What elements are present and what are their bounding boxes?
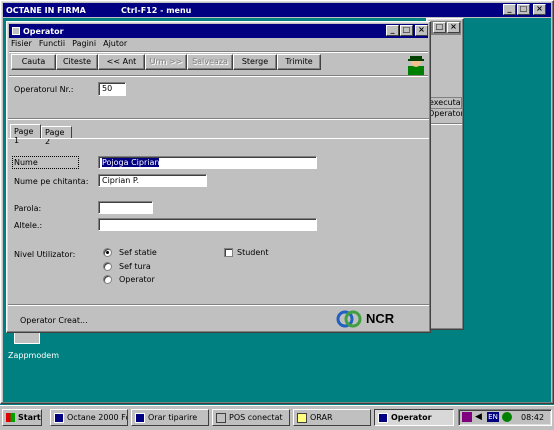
main-close-button[interactable]: ×	[533, 4, 546, 15]
parola-field[interactable]	[98, 201, 153, 214]
status-text: Operator Creat...	[20, 316, 88, 325]
main-minimize-button[interactable]: _	[503, 4, 516, 15]
menu-pagini[interactable]: Pagini	[72, 39, 96, 51]
bg-close-button[interactable]: ×	[447, 22, 460, 33]
radio-sef-tura-label[interactable]: Sef tura	[119, 262, 151, 271]
toolbar-separator	[9, 75, 428, 77]
bg-item-operatori[interactable]: Operatori	[428, 109, 462, 121]
taskbar-item-operator[interactable]: Operator	[374, 409, 454, 426]
student-label[interactable]: Student	[237, 248, 269, 257]
maximize-button[interactable]: □	[400, 25, 413, 36]
orar-app-icon	[297, 412, 307, 423]
operator-nr-label: Operatorul Nr.:	[14, 85, 74, 94]
octane-app-icon	[54, 412, 64, 423]
window-icon	[12, 27, 20, 35]
citeste-button[interactable]: Citeste	[56, 54, 98, 70]
cauta-button[interactable]: Cauta	[11, 54, 56, 70]
trimite-button[interactable]: Trimite	[277, 54, 321, 70]
radio-operator[interactable]	[103, 275, 112, 284]
user-avatar-icon	[408, 56, 424, 75]
background-window: □ × executat Operatori	[426, 18, 464, 330]
nume-field[interactable]: Pojoga Ciprian	[98, 156, 317, 169]
nume-value: Pojoga Ciprian	[102, 158, 160, 167]
zappmodem-label[interactable]: Zappmodem	[8, 351, 59, 360]
menu-fisier[interactable]: Fisier	[11, 39, 32, 51]
operator-nr-field[interactable]: 50	[98, 82, 126, 96]
operator-title: Operator	[23, 26, 64, 36]
status-separator	[8, 304, 429, 306]
radio-operator-label[interactable]: Operator	[119, 275, 155, 284]
menu-functii[interactable]: Functii	[39, 39, 65, 51]
taskbar-item-pos-conectat-label: POS conectat	[229, 413, 283, 422]
main-window-title-center: Ctrl-F12 - menu	[121, 5, 192, 15]
operator-app-icon	[378, 412, 388, 423]
minimize-button[interactable]: _	[386, 25, 399, 36]
chitanta-label: Nume pe chitanta:	[14, 177, 89, 186]
chitanta-field[interactable]: Ciprian P.	[98, 174, 207, 187]
nivel-utilizator-label: Nivel Utilizator:	[14, 250, 76, 259]
student-checkbox[interactable]	[224, 248, 233, 257]
altele-label: Altele.:	[14, 221, 43, 230]
volume-icon[interactable]: ◀	[475, 412, 482, 422]
anterior-button[interactable]: << Ant	[98, 54, 145, 70]
language-indicator[interactable]: EN	[487, 412, 499, 422]
bg-divider	[428, 123, 462, 125]
background-window-titlebar: □ ×	[429, 21, 461, 35]
radio-sef-statie-label[interactable]: Sef statie	[119, 248, 157, 257]
taskbar-item-operator-label: Operator	[391, 413, 432, 422]
taskbar-item-orar-label: ORAR	[310, 413, 333, 422]
main-window-titlebar: OCTANE IN FIRMA Ctrl-F12 - menu _ □ ×	[3, 3, 551, 17]
taskbar-item-orar[interactable]: ORAR	[293, 409, 371, 426]
header-separator	[8, 118, 429, 120]
close-button[interactable]: ×	[415, 25, 428, 36]
bg-item-executat[interactable]: executat	[428, 97, 462, 109]
orar-tiparire-app-icon	[135, 412, 145, 423]
taskbar-item-pos-conectat[interactable]: POS conectat	[212, 409, 290, 426]
urmator-button[interactable]: Urm >>	[145, 54, 187, 70]
parola-label: Parola:	[14, 204, 42, 213]
start-button[interactable]: Start	[2, 409, 42, 426]
bg-maximize-button[interactable]: □	[433, 22, 446, 33]
radio-sef-statie[interactable]	[103, 248, 112, 257]
ncr-logo-icon	[336, 310, 362, 328]
nume-label: Nume	[12, 156, 79, 169]
taskbar-item-octane-label: Octane 2000 Fo...	[67, 413, 127, 422]
taskbar-item-octane[interactable]: Octane 2000 Fo...	[50, 409, 128, 426]
operator-titlebar: Operator _ □ ×	[9, 24, 428, 38]
tab-page-1[interactable]: Page 1	[10, 124, 41, 145]
main-maximize-button[interactable]: □	[517, 4, 530, 15]
network-icon[interactable]	[502, 412, 512, 422]
taskbar-item-orar-tiparire[interactable]: Orar tiparire	[131, 409, 209, 426]
salveaza-button[interactable]: Salveaza	[187, 54, 233, 70]
radio-sef-tura[interactable]	[103, 262, 112, 271]
menu-separator	[9, 51, 428, 53]
ncr-logo-text: NCR	[366, 311, 395, 326]
tray-app-icon[interactable]	[462, 412, 472, 422]
start-label: Start	[18, 413, 41, 422]
sterge-button[interactable]: Sterge	[233, 54, 277, 70]
altele-field[interactable]	[98, 218, 317, 231]
tab-page-2[interactable]: Page 2	[41, 126, 72, 146]
menu-ajutor[interactable]: Ajutor	[103, 39, 127, 51]
taskbar-item-orar-tiparire-label: Orar tiparire	[148, 413, 198, 422]
main-window-title: OCTANE IN FIRMA	[6, 5, 86, 15]
menu-bar: Fisier Functii Pagini Ajutor	[11, 39, 127, 51]
clock: 08:42	[521, 413, 545, 422]
windows-logo-icon	[6, 413, 15, 422]
pos-app-icon	[216, 412, 226, 423]
